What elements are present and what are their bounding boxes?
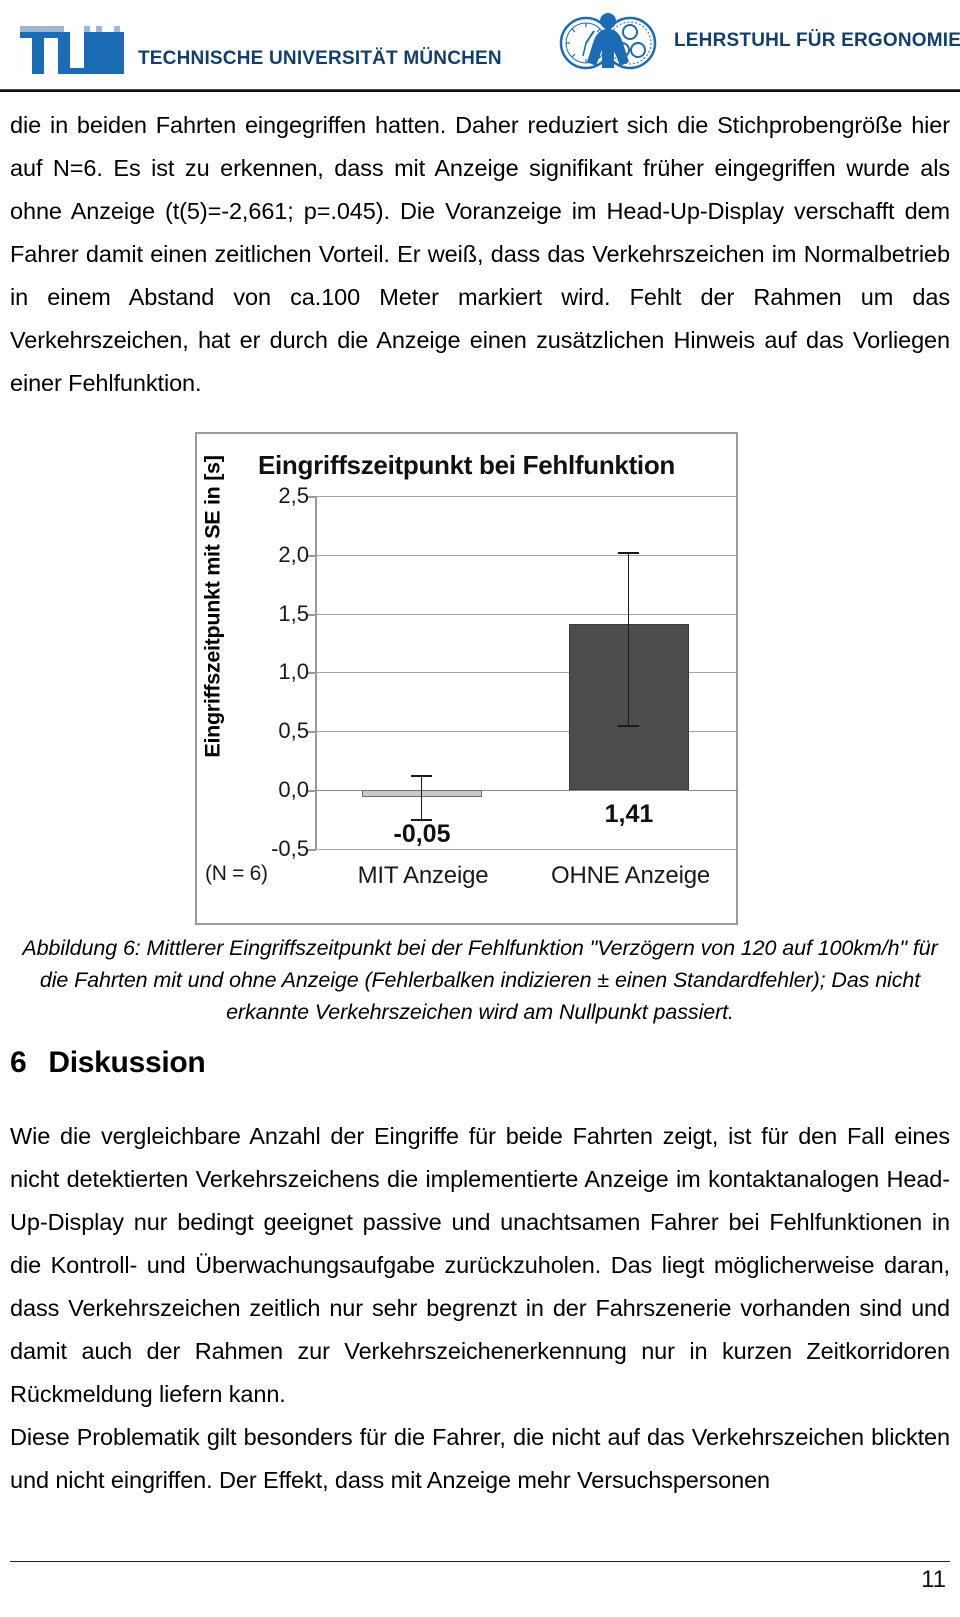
- bar-ohne-anzeige: [569, 624, 689, 790]
- ytick-label-2.0: 2,0: [278, 542, 309, 567]
- figure-caption: Abbildung 6: Mittlerer Eingriffszeitpunk…: [22, 936, 938, 1024]
- errorbar-cap-top-ohne-anzeige: [618, 552, 639, 554]
- ytick-label-1.5: 1,5: [278, 601, 309, 626]
- section-title: Diskussion: [48, 1046, 206, 1079]
- bar-mit-anzeige: [362, 790, 482, 797]
- page-header: TECHNISCHE UNIVERSITÄT MÜNCHEN LEHRSTUHL…: [0, 0, 960, 92]
- errorbar-cap-top-mit-anzeige: [411, 775, 432, 777]
- paragraph-results: die in beiden Fahrten eingegriffen hatte…: [10, 112, 950, 396]
- bar-value-ohne-anzeige: 1,41: [604, 800, 654, 828]
- x-category-ohne-anzeige: OHNE Anzeige: [550, 862, 710, 889]
- ergonomics-logo-icon: [556, 10, 660, 72]
- header-divider: [0, 89, 960, 92]
- tum-logo-icon: [18, 26, 126, 74]
- gridline--0.5: [315, 849, 738, 850]
- gridline-2.0: [315, 555, 738, 556]
- tum-wordmark-text: TECHNISCHE UNIVERSITÄT MÜNCHEN: [138, 48, 502, 69]
- main-text-block: die in beiden Fahrten eingegriffen hatte…: [10, 104, 950, 405]
- x-category-mit-anzeige: MIT Anzeige: [357, 862, 489, 889]
- y-axis-ticks: 2,5 2,0 1,5 1,0 0,5 0,0 -0,5: [197, 434, 315, 923]
- bar-chart: Eingriffszeitpunkt bei Fehlfunktion Eing…: [195, 432, 738, 925]
- paragraph-discussion-2: Diese Problematik gilt besonders für die…: [10, 1424, 950, 1493]
- errorbar-cap-bottom-ohne-anzeige: [618, 725, 639, 727]
- errorbar-line-mit-anzeige: [421, 775, 422, 820]
- ytick-label-0.5: 0,5: [278, 718, 309, 743]
- gridline-2.5: [315, 496, 738, 497]
- page-number: 11: [921, 1566, 946, 1593]
- tum-wordmark: TECHNISCHE UNIVERSITÄT MÜNCHEN: [138, 48, 502, 70]
- discussion-text-block: Wie die vergleichbare Anzahl der Eingrif…: [10, 1115, 950, 1502]
- section-heading-diskussion: 6 Diskussion: [10, 1046, 206, 1080]
- ytick-label-0.0: 0,0: [278, 777, 309, 802]
- sample-size-note: (N = 6): [205, 862, 268, 885]
- paragraph-discussion-1: Wie die vergleichbare Anzahl der Eingrif…: [10, 1123, 950, 1407]
- section-number: 6: [10, 1046, 27, 1079]
- ytick-label--0.5: -0,5: [271, 836, 309, 861]
- ytick-label-1.0: 1,0: [278, 659, 309, 684]
- ergonomics-wordmark: LEHRSTUHL FÜR ERGONOMIE: [674, 30, 960, 52]
- tum-logo: TECHNISCHE UNIVERSITÄT MÜNCHEN: [18, 12, 502, 74]
- ergonomics-logo: LEHRSTUHL FÜR ERGONOMIE: [556, 6, 960, 76]
- footer-divider: [10, 1561, 950, 1562]
- ytick-label-2.5: 2,5: [278, 483, 309, 508]
- bar-value-mit-anzeige: -0,05: [393, 820, 451, 848]
- errorbar-line-ohne-anzeige: [628, 552, 629, 727]
- ergonomics-wordmark-text: LEHRSTUHL FÜR ERGONOMIE: [674, 30, 960, 51]
- gridline-1.5: [315, 614, 738, 615]
